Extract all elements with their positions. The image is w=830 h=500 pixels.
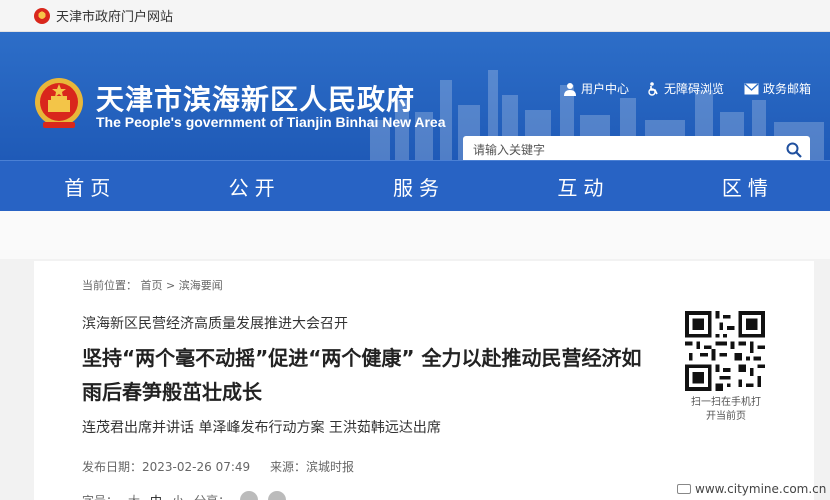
breadcrumb-separator: > <box>166 279 176 292</box>
main-nav: 首页 公开 服务 互动 区情 <box>0 160 830 211</box>
user-icon <box>564 82 576 96</box>
portal-link[interactable]: 天津市政府门户网站 <box>56 6 173 25</box>
share-wechat-icon[interactable] <box>240 491 259 500</box>
nav-item-open[interactable]: 公开 <box>172 172 336 201</box>
mail-icon <box>744 83 759 94</box>
spacer <box>0 211 830 259</box>
watermark-text: www.citymine.com.cn <box>695 482 827 496</box>
font-size-label: 字号： <box>82 492 118 500</box>
source-label: 来源： <box>269 460 306 474</box>
article-headline: 坚持“两个毫不动摇”促进“两个健康” 全力以赴推动民营经济如雨后春笋般茁壮成长 <box>82 346 642 404</box>
share-label: 分享： <box>194 492 230 500</box>
qr-caption-line1: 扫一扫在手机打 <box>691 397 761 408</box>
qr-caption-line2: 开当前页 <box>706 411 746 422</box>
search-icon <box>786 142 802 158</box>
font-size-medium[interactable]: 中 <box>150 492 162 500</box>
qr-caption: 扫一扫在手机打 开当前页 <box>678 396 774 424</box>
search-button[interactable] <box>778 136 810 160</box>
national-emblem-icon <box>34 7 50 24</box>
article-kicker: 滨海新区民营经济高质量发展推进大会召开 <box>82 316 348 332</box>
article-card: 当前位置： 首页 > 滨海要闻 滨海新区民营经济高质量发展推进大会召开 坚持“两… <box>34 261 814 500</box>
article-meta: 发布日期：2023-02-26 07:49 来源：滨城时报 <box>82 458 370 475</box>
qr-code-image <box>685 311 765 391</box>
national-emblem-logo <box>35 78 83 128</box>
search-box <box>463 136 810 160</box>
publish-date-label: 发布日期： <box>82 460 143 474</box>
site-header: 天津市滨海新区人民政府 The People's government of T… <box>0 32 830 160</box>
accessibility-link[interactable]: 无障碍浏览 <box>646 80 724 97</box>
accessibility-label: 无障碍浏览 <box>664 82 725 96</box>
site-title-en: The People's government of Tianjin Binha… <box>96 114 446 130</box>
breadcrumb: 当前位置： 首页 > 滨海要闻 <box>82 277 223 293</box>
source-value: 滨城时报 <box>306 460 355 474</box>
user-center-label: 用户中心 <box>581 82 630 96</box>
site-title-cn[interactable]: 天津市滨海新区人民政府 <box>96 78 415 118</box>
nav-item-district[interactable]: 区情 <box>666 172 830 201</box>
publish-date: 2023-02-26 07:49 <box>142 460 251 474</box>
search-input[interactable] <box>463 137 778 160</box>
font-size-large[interactable]: 大 <box>128 492 140 500</box>
breadcrumb-label: 当前位置： <box>82 279 137 292</box>
nav-item-service[interactable]: 服务 <box>337 172 501 201</box>
nav-item-home[interactable]: 首页 <box>8 172 172 201</box>
gov-mail-label: 政务邮箱 <box>763 82 812 96</box>
share-weibo-icon[interactable] <box>268 491 287 500</box>
watermark: www.citymine.com.cn <box>677 482 826 496</box>
font-size-controls: 字号： 大 中 小 分享： <box>82 491 287 500</box>
top-bar: 天津市政府门户网站 <box>0 0 830 32</box>
user-center-link[interactable]: 用户中心 <box>563 80 629 97</box>
breadcrumb-section[interactable]: 滨海要闻 <box>179 279 223 292</box>
breadcrumb-home[interactable]: 首页 <box>141 279 163 292</box>
article-subtitle: 连茂君出席并讲话 单泽峰发布行动方案 王洪茹韩远达出席 <box>82 420 441 436</box>
font-size-small[interactable]: 小 <box>172 492 184 500</box>
watermark-logo-icon <box>677 484 691 494</box>
gov-mail-link[interactable]: 政务邮箱 <box>744 80 811 97</box>
nav-item-interact[interactable]: 互动 <box>501 172 665 201</box>
accessibility-icon <box>648 81 658 96</box>
